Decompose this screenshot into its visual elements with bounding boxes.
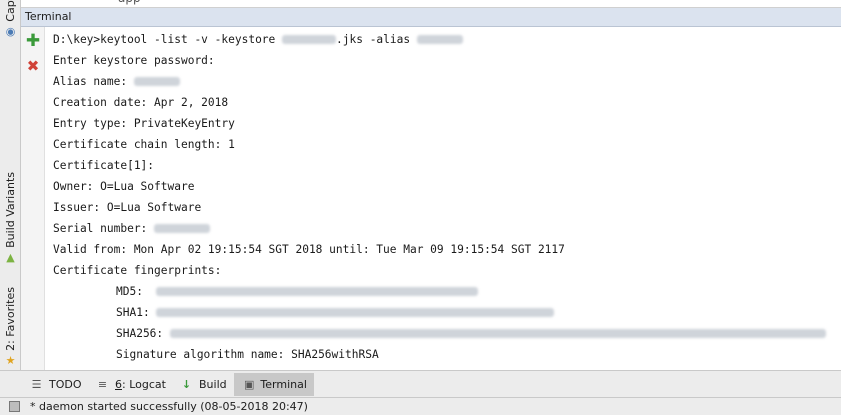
vtab-build-variants[interactable]: ▲ Build Variants bbox=[0, 172, 21, 266]
md5-label: MD5: bbox=[116, 285, 157, 298]
terminal-line: SHA256: bbox=[116, 327, 826, 346]
tab-logcat-label: 6: Logcat bbox=[115, 378, 166, 391]
tab-build-label: Build bbox=[199, 378, 227, 391]
terminal-line: Alias name: bbox=[53, 75, 180, 94]
terminal-panel-header: Terminal bbox=[21, 8, 841, 27]
project-tree-fragment: app bbox=[21, 0, 841, 8]
terminal-line: Creation date: Apr 2, 2018 bbox=[53, 96, 229, 109]
sha1-label: SHA1: bbox=[116, 306, 157, 319]
tab-build[interactable]: ↓ Build bbox=[170, 373, 237, 396]
vtab-favorites[interactable]: ★ 2: Favorites bbox=[0, 287, 21, 369]
terminal-line: Enter keystore password: bbox=[53, 54, 215, 67]
status-bar: * daemon started successfully (08-05-201… bbox=[0, 397, 841, 415]
tab-logcat-number: 6 bbox=[115, 378, 122, 391]
left-tool-strip: ◉ Capt ▲ Build Variants ★ 2: Favorites bbox=[0, 0, 21, 397]
terminal-line: SHA1: bbox=[116, 306, 555, 325]
tab-terminal-label: Terminal bbox=[260, 378, 307, 391]
tab-logcat-text: : Logcat bbox=[122, 378, 166, 391]
terminal-line: Certificate[1]: bbox=[53, 159, 155, 172]
terminal-line: Valid from: Mon Apr 02 19:15:54 SGT 2018… bbox=[53, 243, 565, 256]
terminal-line: Certificate fingerprints: bbox=[53, 264, 222, 277]
terminal-line: Issuer: O=Lua Software bbox=[53, 201, 202, 214]
terminal-line: Serial number: bbox=[53, 222, 211, 241]
project-tree-item[interactable]: app bbox=[118, 0, 141, 5]
ide-window: app ◉ Capt ▲ Build Variants ★ 2: Favorit… bbox=[0, 0, 841, 415]
serial-label: Serial number: bbox=[53, 222, 155, 235]
terminal-line: Owner: O=Lua Software bbox=[53, 180, 195, 193]
terminal-toolbar: ✚ ✖ bbox=[21, 27, 45, 370]
tab-logcat[interactable]: ≡ 6: Logcat bbox=[86, 373, 176, 396]
close-icon[interactable]: ✖ bbox=[25, 57, 41, 75]
tab-terminal[interactable]: ▣ Terminal bbox=[234, 373, 314, 396]
sha256-label: SHA256: bbox=[116, 327, 170, 340]
terminal-line: Signature algorithm name: SHA256withRSA bbox=[116, 348, 379, 361]
terminal-line: MD5: bbox=[116, 285, 479, 304]
vtab-captures-label: Capt bbox=[4, 0, 17, 22]
terminal-output[interactable]: D:\key>keytool -list -v -keystore .jks -… bbox=[45, 27, 841, 370]
command-mid: .jks -alias bbox=[336, 33, 417, 46]
tool-windows-toggle-icon[interactable] bbox=[9, 401, 20, 412]
tab-todo[interactable]: ☰ TODO bbox=[20, 373, 92, 396]
status-message: * daemon started successfully (08-05-201… bbox=[30, 400, 308, 413]
terminal-line: Entry type: PrivateKeyEntry bbox=[53, 117, 235, 130]
bottom-tool-tabs: ☰ TODO ≡ 6: Logcat ↓ Build ▣ Terminal bbox=[0, 370, 841, 397]
tab-todo-label: TODO bbox=[49, 378, 82, 391]
terminal-icon: ▣ bbox=[244, 378, 255, 391]
terminal-line: Certificate chain length: 1 bbox=[53, 138, 235, 151]
redacted-serial bbox=[154, 223, 211, 233]
redacted-alias bbox=[416, 34, 463, 44]
captures-icon: ◉ bbox=[5, 24, 16, 38]
redacted-md5 bbox=[156, 286, 479, 296]
star-icon: ★ bbox=[5, 353, 16, 367]
alias-label: Alias name: bbox=[53, 75, 134, 88]
android-icon: ▲ bbox=[6, 250, 15, 264]
vtab-captures[interactable]: ◉ Capt bbox=[0, 0, 21, 40]
redacted-keystore bbox=[282, 34, 337, 44]
redacted-sha1 bbox=[156, 307, 555, 317]
redacted-sha256 bbox=[169, 328, 826, 338]
panel-title: Terminal bbox=[25, 10, 72, 23]
vtab-favorites-label: 2: Favorites bbox=[4, 287, 17, 351]
redacted-alias-name bbox=[133, 76, 180, 86]
terminal-line: D:\key>keytool -list -v -keystore .jks -… bbox=[53, 33, 463, 52]
vtab-build-variants-label: Build Variants bbox=[4, 172, 17, 248]
todo-icon: ☰ bbox=[31, 378, 42, 391]
plus-icon[interactable]: ✚ bbox=[25, 31, 41, 51]
logcat-icon: ≡ bbox=[97, 378, 108, 391]
build-icon: ↓ bbox=[181, 378, 192, 391]
command-prefix: D:\key>keytool -list -v -keystore bbox=[53, 33, 283, 46]
